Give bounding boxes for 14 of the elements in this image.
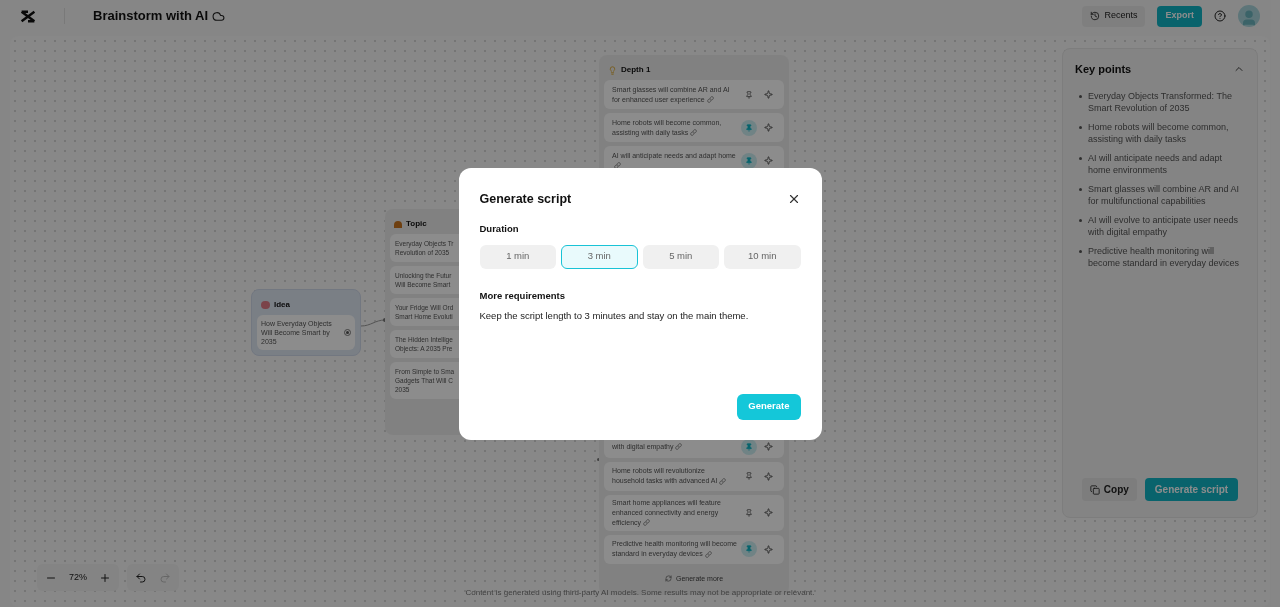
project-title: Brainstorm with AI	[93, 7, 209, 26]
section-label: Duration	[479, 222, 520, 237]
key-point: Everyday Objects Transformed: The Smart Revolution of 2035	[1088, 89, 1233, 114]
node-title: Depth 1	[621, 64, 651, 76]
dialog-title: Generate script	[479, 190, 572, 208]
key-point: Smart glasses will combine AR and AI for multifunctional capabilities	[1088, 182, 1241, 207]
zoom-level: 72%	[69, 570, 87, 584]
key-point: Home robots will become common, assisting with daily tasks	[1088, 120, 1230, 145]
key-point: Predictive health monitoring will become standard in everyday devices	[1088, 244, 1241, 269]
node-title: Topic	[406, 218, 427, 230]
panel-title: Key points	[1075, 62, 1132, 77]
key-point: AI will evolve to anticipate user needs with digital empathy	[1088, 213, 1240, 238]
node-title: Idea	[274, 299, 290, 311]
key-point: AI will anticipate needs and adapt home environments	[1088, 151, 1224, 176]
